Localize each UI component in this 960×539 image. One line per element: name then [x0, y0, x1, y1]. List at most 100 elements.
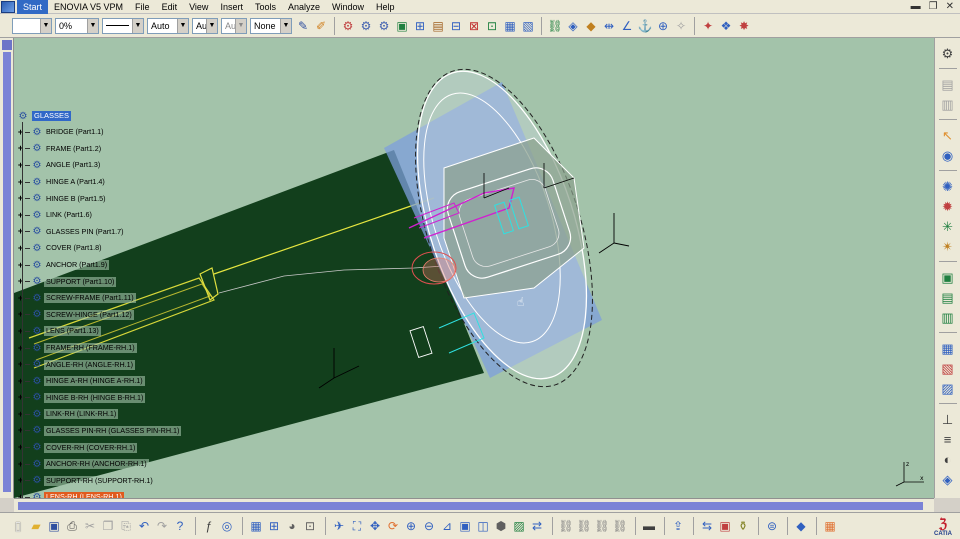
whats-this-icon[interactable]: ? — [172, 518, 188, 534]
tree-node-label[interactable]: FRAME (Part1.2) — [44, 143, 104, 154]
menu-enovia[interactable]: ENOVIA V5 VPM — [48, 0, 129, 14]
hide-show-icon[interactable]: ▦ — [939, 339, 957, 357]
reorder-icon[interactable]: ▤ — [430, 18, 446, 34]
coincidence-icon[interactable]: ◈ — [565, 18, 581, 34]
hide-icon[interactable]: ▨ — [511, 518, 527, 534]
catia-app-icon[interactable] — [1, 0, 15, 13]
expand-icon[interactable]: + — [16, 326, 25, 336]
tree-node-label[interactable]: LINK (Part1.6) — [44, 210, 94, 221]
tree-node[interactable]: + ⚙ LINK (Part1.6) — [16, 207, 206, 224]
fix-together-icon[interactable]: ⊕ — [655, 18, 671, 34]
snap-icon[interactable]: ❖ — [718, 18, 734, 34]
tree-node-label[interactable]: GLASSES PIN (Part1.7) — [44, 226, 126, 237]
tree-node-label[interactable]: HINGE A-RH (HINGE A-RH.1) — [44, 376, 145, 387]
tree-node[interactable]: + ⚙ HINGE A-RH (HINGE A-RH.1) — [16, 373, 206, 390]
minimize-icon[interactable]: ▬ — [911, 1, 921, 12]
tree-node[interactable]: + ⚙ SUPPORT (Part1.10) — [16, 273, 206, 290]
expand-icon[interactable]: + — [16, 310, 25, 319]
color-combo[interactable]: ▼ — [12, 17, 52, 34]
pan-icon[interactable]: ✥ — [367, 518, 383, 534]
tree-node[interactable]: + ⚙ COVER (Part1.8) — [16, 240, 206, 257]
menu-edit[interactable]: Edit — [156, 0, 184, 14]
expand-icon[interactable]: + — [16, 177, 25, 187]
sectioning-icon[interactable]: ✹ — [939, 197, 957, 215]
point-type-combo[interactable]: Aut▼ — [192, 17, 218, 34]
contact-icon[interactable]: ◆ — [583, 18, 599, 34]
tree-node[interactable]: + ⚙ LENS-RH (LENS-RH.1) — [16, 489, 206, 498]
tree-node[interactable]: + ⚙ HINGE A (Part1.4) — [16, 174, 206, 191]
links-3-icon[interactable]: ⛓ — [594, 518, 610, 534]
tree-node[interactable]: + ⚙ BRIDGE (Part1.1) — [16, 124, 206, 141]
graph-tree-icon[interactable]: ⊞ — [412, 18, 428, 34]
tree-node-label[interactable]: SCREW-FRAME (Part1.11) — [44, 293, 136, 304]
tree-node-label[interactable]: COVER-RH (COVER-RH.1) — [44, 442, 138, 453]
fast-multi-instantiation-icon[interactable]: ▧ — [520, 18, 536, 34]
clash-icon[interactable]: ✺ — [939, 177, 957, 195]
tree-node-label[interactable]: HINGE B (Part1.5) — [44, 193, 108, 204]
menu-view[interactable]: View — [183, 0, 214, 14]
3d-viewport[interactable]: ☝ ⚙ GLASSES + ⚙ BRIDGE (Part1.1) + ⚙ FRAME (P… — [14, 38, 934, 498]
numbering-icon[interactable]: ⊟ — [448, 18, 464, 34]
expand-icon[interactable]: + — [16, 227, 25, 236]
chevron-down-icon[interactable]: ▼ — [235, 18, 246, 33]
sphere-icon[interactable]: ◕ — [284, 518, 300, 534]
expand-icon[interactable]: + — [16, 476, 25, 485]
properties-icon[interactable]: ▨ — [939, 379, 957, 397]
distance-icon[interactable]: ✳ — [939, 217, 957, 235]
rendering-style-combo[interactable]: Aut▼ — [221, 17, 247, 34]
swap-view-icon[interactable]: ▧ — [939, 359, 957, 377]
tree-node[interactable]: + ⚙ SCREW-FRAME (Part1.11) — [16, 290, 206, 307]
redo-icon[interactable]: ↷ — [154, 518, 170, 534]
zoom-out-icon[interactable]: ⊖ — [421, 518, 437, 534]
compass-reset-icon[interactable]: ⚙ — [939, 44, 957, 62]
menu-file[interactable]: File — [129, 0, 156, 14]
tree-node[interactable]: + ⚙ LENS (Part1.13) — [16, 323, 206, 340]
fix-icon[interactable]: ⚓ — [637, 18, 653, 34]
close-icon[interactable]: ✕ — [946, 1, 954, 12]
tree-node-label[interactable]: HINGE B-RH (HINGE B-RH.1) — [44, 392, 146, 403]
axis-compass[interactable]: z x — [894, 458, 928, 490]
transparency-combo[interactable]: 0% ▼ — [55, 17, 99, 34]
bottle-icon[interactable]: ⚱ — [735, 518, 751, 534]
constraint-icon[interactable]: ⛓ — [547, 18, 563, 34]
catalog-browser-icon[interactable]: ⊡ — [302, 518, 318, 534]
menu-tools[interactable]: Tools — [249, 0, 282, 14]
tree-node[interactable]: + ⚙ SUPPORT-RH (SUPPORT-RH.1) — [16, 472, 206, 489]
tree-node[interactable]: + ⚙ GLASSES PIN-RH (GLASSES PIN-RH.1) — [16, 423, 206, 440]
tree-node[interactable]: + ⚙ ANGLE-RH (ANGLE-RH.1) — [16, 356, 206, 373]
assembly-icon[interactable]: ⚙ — [340, 18, 356, 34]
manipulation-icon[interactable]: ✦ — [700, 18, 716, 34]
formula-icon[interactable]: ƒ — [201, 518, 217, 534]
painter-icon[interactable]: ✐ — [313, 18, 329, 34]
tree-node-label[interactable]: HINGE A (Part1.4) — [44, 177, 107, 188]
links-2-icon[interactable]: ⛓ — [576, 518, 592, 534]
expand-icon[interactable]: + — [16, 160, 25, 170]
tree-node[interactable]: + ⚙ HINGE B (Part1.5) — [16, 190, 206, 207]
links-icon[interactable]: ⛓ — [558, 518, 574, 534]
check-icon[interactable]: ▤ — [939, 288, 957, 306]
swap-icon[interactable]: ⇄ — [529, 518, 545, 534]
tree-node-label[interactable]: SUPPORT-RH (SUPPORT-RH.1) — [44, 475, 155, 486]
tree-node-label[interactable]: GLASSES PIN-RH (GLASSES PIN-RH.1) — [44, 425, 182, 436]
existing-component-icon[interactable]: ⚙ — [376, 18, 392, 34]
expand-icon[interactable]: + — [16, 459, 25, 469]
replace-component-icon[interactable]: ▣ — [394, 18, 410, 34]
tree-node-label[interactable]: ANGLE (Part1.3) — [44, 160, 103, 171]
line-type-combo[interactable]: Auto ▼ — [147, 17, 189, 34]
normal-view-icon[interactable]: ⊿ — [439, 518, 455, 534]
send-to-icon[interactable]: ⇪ — [670, 518, 686, 534]
dimension-icon[interactable]: ⊥ — [939, 410, 957, 428]
vpm-icon[interactable]: ▬ — [641, 518, 657, 534]
tree-node[interactable]: + ⚙ COVER-RH (COVER-RH.1) — [16, 439, 206, 456]
table-icon[interactable]: ▦ — [248, 518, 264, 534]
tree-node[interactable]: + ⚙ FRAME-RH (FRAME-RH.1) — [16, 340, 206, 357]
tree-root-label[interactable]: GLASSES — [32, 111, 72, 121]
expand-icon[interactable]: + — [16, 426, 25, 435]
tree-node-label[interactable]: COVER (Part1.8) — [44, 243, 104, 254]
angle-icon[interactable]: ∠ — [619, 18, 635, 34]
scroll-handle[interactable] — [2, 40, 12, 50]
chevron-down-icon[interactable]: ▼ — [177, 18, 188, 33]
expand-icon[interactable]: + — [16, 243, 25, 253]
chevron-down-icon[interactable]: ▼ — [280, 18, 291, 33]
restore-icon[interactable]: ❐ — [929, 1, 938, 12]
